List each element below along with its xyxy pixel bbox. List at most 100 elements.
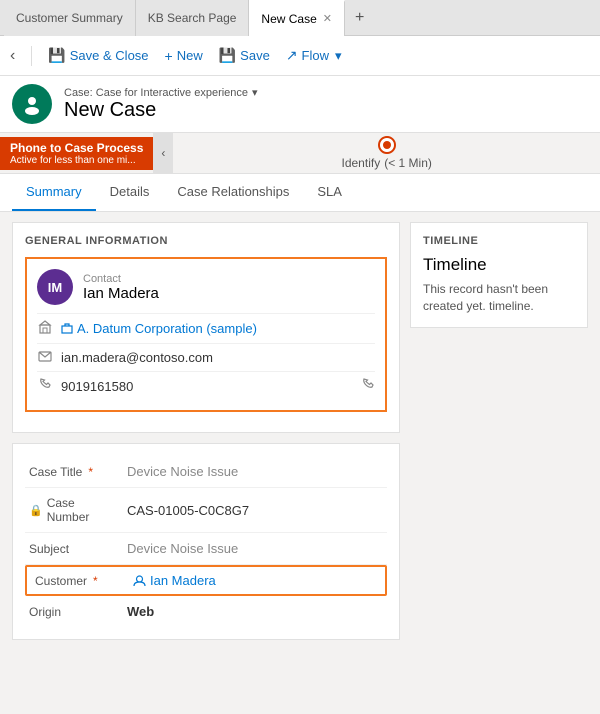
back-button[interactable]: ‹ [10, 47, 15, 65]
tab-summary[interactable]: Summary [12, 174, 96, 211]
company-link-icon [61, 323, 73, 335]
general-info-title: GENERAL INFORMATION [25, 235, 387, 247]
flow-button[interactable]: ↗ Flow ▾ [286, 47, 342, 64]
save-close-icon: 💾 [48, 47, 65, 64]
page-title: New Case [64, 99, 258, 122]
origin-value: Web [127, 604, 383, 619]
lock-icon: 🔒 [29, 504, 43, 517]
tab-case-relationships[interactable]: Case Relationships [163, 174, 303, 211]
tab-customer-summary[interactable]: Customer Summary [4, 0, 136, 36]
page-header: Case: Case for Interactive experience ▾ … [0, 76, 600, 133]
phone-icon [37, 378, 53, 394]
flow-chevron-icon: ▾ [335, 48, 342, 64]
save-close-button[interactable]: 💾 Save & Close [48, 47, 148, 64]
case-form-section: Case Title * Device Noise Issue 🔒 Case N… [12, 443, 400, 640]
new-button[interactable]: + New [165, 48, 203, 64]
company-icon [37, 320, 53, 337]
save-close-label: Save & Close [70, 48, 149, 63]
process-label: Phone to Case Process Active for less th… [0, 137, 153, 170]
avatar [12, 84, 52, 124]
timeline-section-title: TIMELINE [423, 235, 575, 247]
page-header-info: Case: Case for Interactive experience ▾ … [64, 86, 258, 122]
flow-icon: ↗ [286, 47, 298, 64]
tab-new-case[interactable]: New Case ✕ [249, 0, 345, 36]
step-identify-label: Identify [342, 156, 381, 170]
case-title-value[interactable]: Device Noise Issue [127, 464, 383, 479]
contact-info: Contact Ian Madera [83, 273, 159, 302]
customer-row: Customer * Ian Madera [25, 565, 387, 596]
main-content: GENERAL INFORMATION IM Contact Ian Mader… [0, 212, 600, 714]
customer-label: Customer * [35, 574, 125, 588]
contact-avatar: IM [37, 269, 73, 305]
subtitle-chevron-icon[interactable]: ▾ [252, 86, 258, 99]
case-number-value: CAS-01005-C0C8G7 [127, 503, 383, 518]
origin-label: Origin [29, 605, 119, 619]
contact-label: Contact [83, 273, 159, 285]
customer-required: * [93, 574, 98, 588]
timeline-empty-text: This record hasn't been created yet. tim… [423, 281, 575, 315]
new-icon: + [165, 48, 173, 64]
collapse-icon: ‹ [161, 146, 165, 160]
process-bar: Phone to Case Process Active for less th… [0, 133, 600, 174]
save-icon: 💾 [219, 47, 236, 64]
tab-details-label: Details [110, 184, 150, 199]
case-number-label: 🔒 Case Number [29, 496, 119, 524]
origin-row: Origin Web [25, 596, 387, 627]
tab-sla-label: SLA [317, 184, 342, 199]
phone-value: 9019161580 [61, 379, 133, 394]
tab-new-case-label: New Case [261, 12, 316, 26]
save-button[interactable]: 💾 Save [219, 47, 270, 64]
person-icon [21, 93, 43, 115]
toolbar: ‹ 💾 Save & Close + New 💾 Save ↗ Flow ▾ [0, 36, 600, 76]
case-title-label: Case Title * [29, 465, 119, 479]
tab-kb-search-page[interactable]: KB Search Page [136, 0, 250, 36]
subject-value[interactable]: Device Noise Issue [127, 541, 383, 556]
case-title-row: Case Title * Device Noise Issue [25, 456, 387, 488]
tab-bar: Customer Summary KB Search Page New Case… [0, 0, 600, 36]
tab-details[interactable]: Details [96, 174, 164, 211]
case-title-required: * [88, 465, 93, 479]
process-steps: Identify (< 1 Min) [173, 136, 600, 170]
close-tab-icon[interactable]: ✕ [323, 12, 332, 25]
contact-phone-row: 9019161580 [37, 371, 375, 400]
phone-call-icon[interactable] [362, 378, 375, 394]
toolbar-separator-1 [31, 46, 32, 66]
process-label-title: Phone to Case Process [10, 141, 143, 155]
general-info-section: GENERAL INFORMATION IM Contact Ian Mader… [12, 222, 400, 433]
process-collapse-button[interactable]: ‹ [153, 133, 173, 173]
tab-summary-label: Summary [26, 184, 82, 199]
contact-header: IM Contact Ian Madera [37, 269, 375, 305]
company-name: A. Datum Corporation (sample) [77, 321, 257, 336]
nav-tabs: Summary Details Case Relationships SLA [0, 174, 600, 212]
tab-customer-summary-label: Customer Summary [16, 11, 123, 25]
contact-name: Ian Madera [83, 285, 159, 302]
page-header-subtitle: Case: Case for Interactive experience ▾ [64, 86, 258, 99]
email-icon [37, 350, 53, 365]
page-header-subtitle-text: Case: Case for Interactive experience [64, 87, 248, 99]
add-tab-button[interactable]: + [345, 9, 374, 27]
subject-row: Subject Device Noise Issue [25, 533, 387, 565]
timeline-card: TIMELINE Timeline This record hasn't bee… [410, 222, 588, 328]
contact-email-row: ian.madera@contoso.com [37, 343, 375, 371]
new-label: New [177, 48, 203, 63]
email-value: ian.madera@contoso.com [61, 350, 213, 365]
contact-card: IM Contact Ian Madera A. Datum Corporati… [25, 257, 387, 412]
step-identify-time: (< 1 Min) [384, 156, 432, 170]
step-label-row: Identify (< 1 Min) [342, 156, 432, 170]
subject-label: Subject [29, 542, 119, 556]
company-link[interactable]: A. Datum Corporation (sample) [61, 321, 257, 336]
tab-kb-search-page-label: KB Search Page [148, 11, 237, 25]
process-label-sub: Active for less than one mi... [10, 155, 143, 166]
timeline-heading: Timeline [423, 255, 575, 275]
process-step-identify: Identify (< 1 Min) [342, 136, 432, 170]
customer-value[interactable]: Ian Madera [133, 573, 377, 588]
right-panel: TIMELINE Timeline This record hasn't bee… [410, 222, 588, 704]
customer-name: Ian Madera [150, 573, 216, 588]
left-panel: GENERAL INFORMATION IM Contact Ian Mader… [12, 222, 400, 704]
contact-company-row: A. Datum Corporation (sample) [37, 313, 375, 343]
save-label: Save [240, 48, 270, 63]
tab-sla[interactable]: SLA [303, 174, 356, 211]
flow-label: Flow [302, 48, 329, 63]
step-circle-identify [378, 136, 396, 154]
tab-case-relationships-label: Case Relationships [177, 184, 289, 199]
